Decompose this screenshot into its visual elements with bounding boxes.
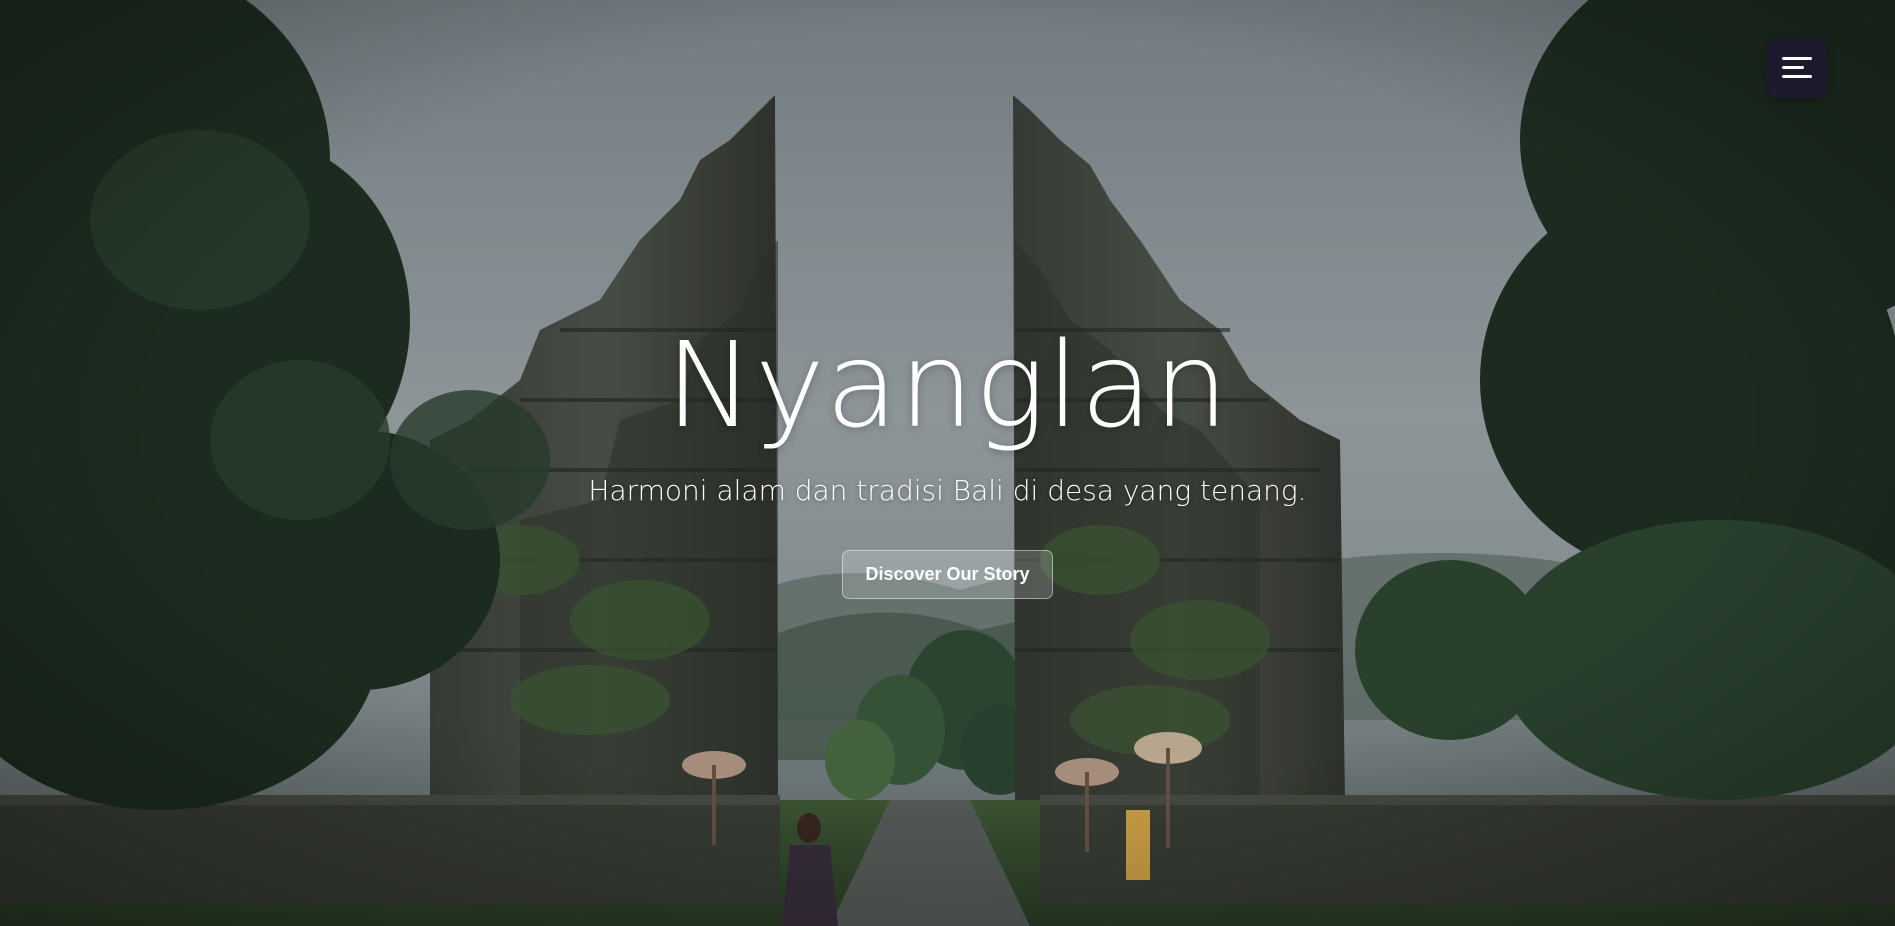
menu-bar-top bbox=[1782, 57, 1812, 60]
hero-content: Nyanglan Harmoni alam dan tradisi Bali d… bbox=[0, 310, 1895, 599]
menu-button[interactable] bbox=[1767, 38, 1827, 98]
menu-bar-middle bbox=[1782, 66, 1804, 69]
hero-section: Nyanglan Harmoni alam dan tradisi Bali d… bbox=[0, 0, 1895, 926]
discover-our-story-button[interactable]: Discover Our Story bbox=[842, 550, 1053, 599]
menu-bar-bottom bbox=[1782, 75, 1812, 78]
hero-title: Nyanglan bbox=[665, 316, 1230, 454]
hero-subtitle: Harmoni alam dan tradisi Bali di desa ya… bbox=[588, 474, 1307, 507]
